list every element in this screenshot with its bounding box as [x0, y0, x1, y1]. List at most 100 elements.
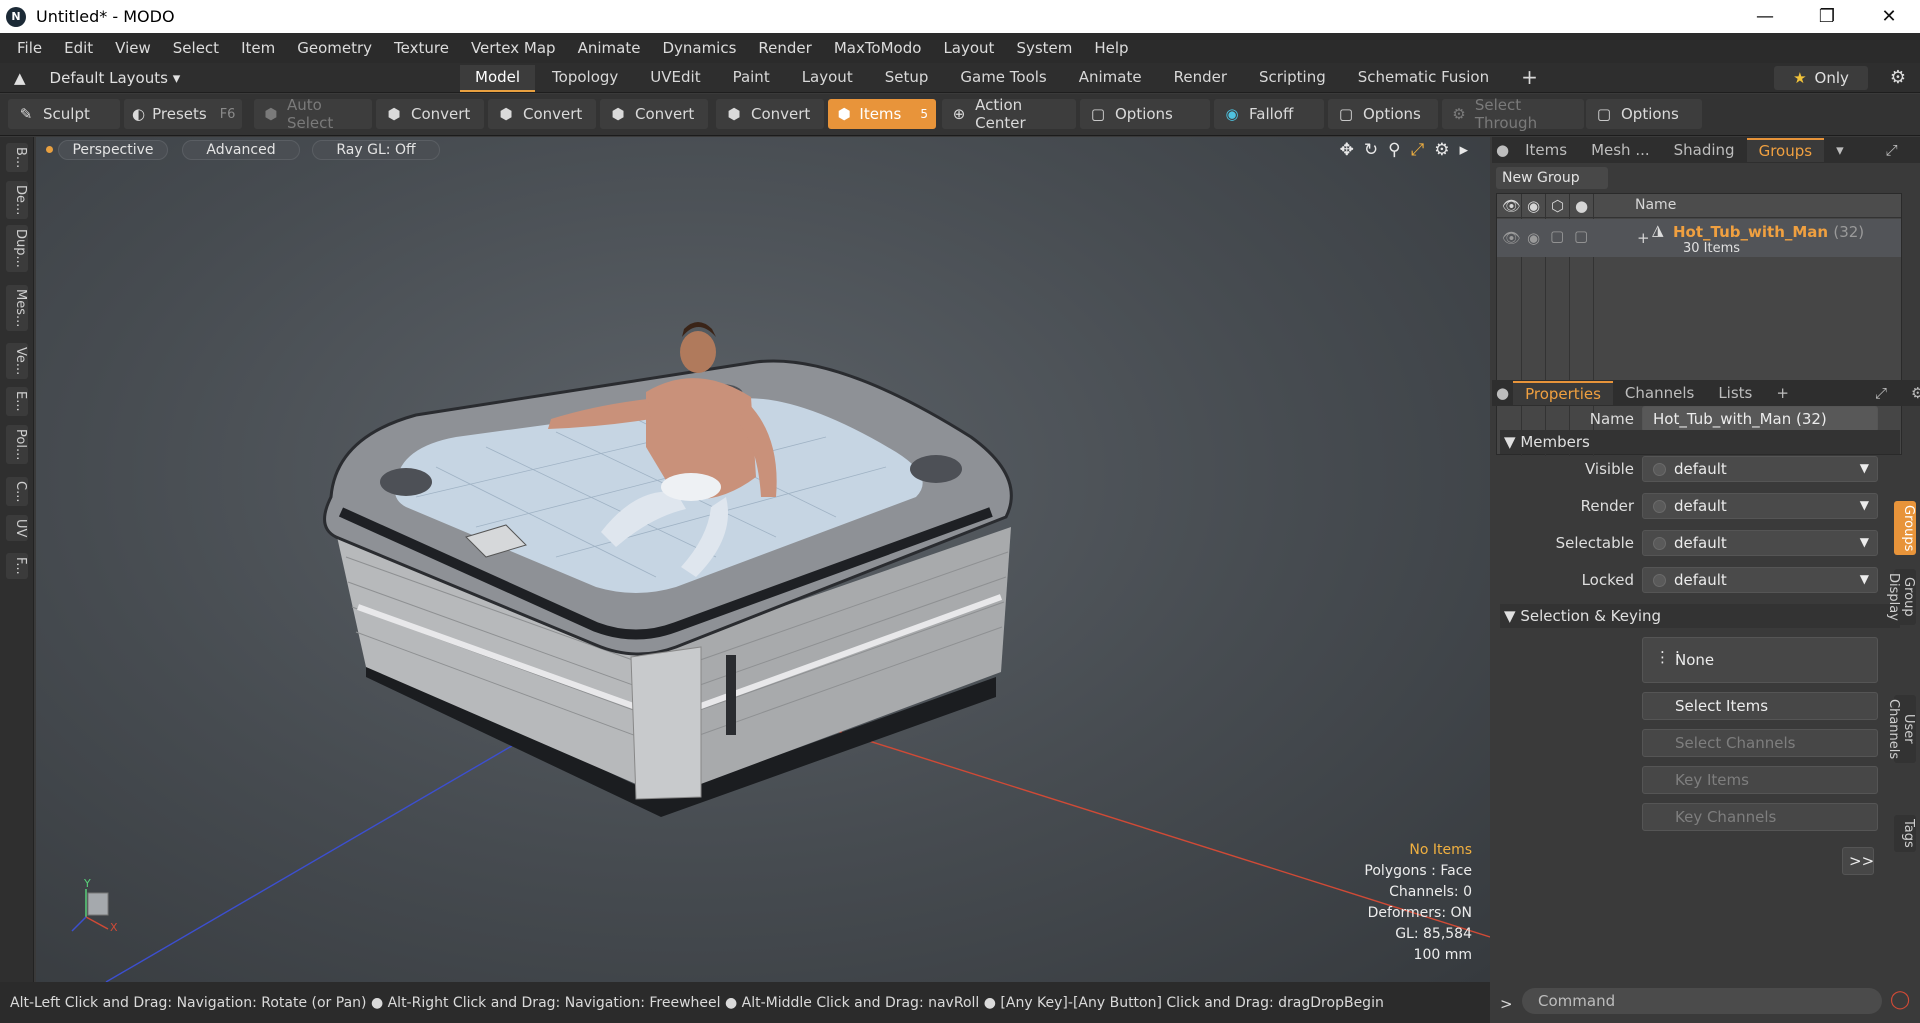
select-items-button[interactable]: Select Items — [1642, 692, 1878, 720]
more-button[interactable]: >> — [1842, 847, 1874, 875]
tab-shading[interactable]: Shading — [1662, 139, 1747, 161]
left-tab-polygon[interactable]: Pol... — [6, 425, 28, 465]
layout-selector[interactable]: ▲ Default Layouts ▾ — [14, 69, 224, 87]
zoom-icon[interactable]: ⚲ — [1388, 140, 1400, 160]
menu-select[interactable]: Select — [162, 39, 230, 57]
name-field[interactable]: Hot_Tub_with_Man (32) — [1642, 406, 1878, 432]
tab-layout[interactable]: Layout — [787, 65, 868, 92]
tab-groups[interactable]: Groups — [1746, 138, 1825, 162]
tab-topology[interactable]: Topology — [537, 65, 633, 92]
tab-animate[interactable]: Animate — [1064, 65, 1157, 92]
left-tab-curve[interactable]: C... — [6, 477, 28, 507]
select-through-button[interactable]: ⚙ Select Through — [1442, 96, 1584, 132]
selectable-dropdown[interactable]: default ▼ — [1642, 530, 1878, 556]
key-items-button[interactable]: Key Items — [1642, 766, 1878, 794]
visibility-eye-icon[interactable]: 👁 — [1502, 197, 1521, 215]
left-tab-basic[interactable]: B... — [6, 143, 28, 173]
select-icon[interactable]: ⬡ — [1551, 197, 1564, 215]
expand-arrow-icon[interactable]: ▸ — [1459, 140, 1468, 160]
tab-lists[interactable]: Lists — [1706, 382, 1764, 404]
auto-select-button[interactable]: ⬢ Auto Select — [254, 96, 372, 132]
new-group-button[interactable]: New Group — [1496, 167, 1608, 189]
side-tab-user-channels[interactable]: User Channels — [1886, 695, 1916, 764]
visible-radio[interactable] — [1653, 462, 1666, 476]
command-input[interactable]: Command — [1522, 988, 1882, 1014]
action-center-options-button[interactable]: ▢ Options — [1080, 99, 1210, 129]
action-center-button[interactable]: ⊕ Action Center — [942, 96, 1076, 132]
tab-items[interactable]: Items — [1513, 139, 1579, 161]
side-tab-group-display[interactable]: Group Display — [1886, 569, 1916, 625]
tab-render[interactable]: Render — [1159, 65, 1242, 92]
menu-layout[interactable]: Layout — [932, 39, 1005, 57]
tab-paint[interactable]: Paint — [718, 65, 785, 92]
menu-animate[interactable]: Animate — [567, 39, 652, 57]
members-section[interactable]: ▼ Members — [1500, 430, 1900, 454]
pan-icon[interactable]: ✥ — [1340, 140, 1354, 160]
gear-icon[interactable]: ⚙ — [1890, 67, 1906, 88]
falloff-options-button[interactable]: ▢ Options — [1328, 99, 1438, 129]
left-tab-mesh-edit[interactable]: Mes... — [6, 285, 28, 332]
only-button[interactable]: ★ Only — [1774, 66, 1868, 90]
left-tab-vertex[interactable]: Ve... — [6, 343, 28, 380]
group-row[interactable]: 👁 ◉ ▢ ▢ + ◮ Hot_Tub_with_Man (32) 30 Ite… — [1497, 219, 1901, 257]
render-icon[interactable]: ◉ — [1527, 197, 1540, 215]
row-eye-icon[interactable]: 👁 — [1502, 229, 1521, 247]
menu-system[interactable]: System — [1005, 39, 1083, 57]
menu-file[interactable]: File — [6, 39, 53, 57]
selection-keying-section[interactable]: ▼ Selection & Keying — [1500, 604, 1900, 628]
minimize-icon[interactable]: — — [1734, 0, 1796, 33]
convert-items-button[interactable]: ⬢ Convert — [716, 99, 824, 129]
selectable-radio[interactable] — [1653, 536, 1666, 550]
menu-maxtomodo[interactable]: MaxToModo — [823, 39, 933, 57]
rotate-icon[interactable]: ↻ — [1364, 140, 1378, 160]
left-tab-deform[interactable]: De... — [6, 181, 28, 220]
row-select-checkbox[interactable]: ▢ — [1550, 227, 1564, 245]
viewport-settings-icon[interactable]: ⚙ — [1434, 140, 1449, 160]
add-tab-icon[interactable]: + — [1764, 382, 1801, 404]
select-through-options-button[interactable]: ▢ Options — [1586, 99, 1702, 129]
tabs-dropdown-icon[interactable]: ▾ — [1824, 139, 1856, 161]
side-tab-tags[interactable]: Tags — [1894, 815, 1916, 852]
raygl-button[interactable]: Ray GL: Off — [312, 140, 440, 160]
convert-vertices-button[interactable]: ⬢ Convert — [376, 99, 484, 129]
panel-dot-icon[interactable]: ● — [1492, 382, 1513, 404]
menu-vertex-map[interactable]: Vertex Map — [460, 39, 567, 57]
select-channels-button[interactable]: Select Channels — [1642, 729, 1878, 757]
restore-icon[interactable]: ❐ — [1796, 0, 1858, 33]
fit-icon[interactable]: ⤢ — [1411, 140, 1425, 160]
convert-polygons-button[interactable]: ⬢ Convert — [600, 99, 708, 129]
left-tab-uv[interactable]: UV — [6, 515, 28, 542]
key-channels-button[interactable]: Key Channels — [1642, 803, 1878, 831]
none-button[interactable]: ⋮⋮ None — [1642, 637, 1878, 683]
render-dropdown[interactable]: default ▼ — [1642, 493, 1878, 519]
viewport-menu-dot[interactable] — [46, 146, 53, 153]
menu-help[interactable]: Help — [1083, 39, 1139, 57]
record-icon[interactable]: ◯ — [1890, 989, 1910, 1010]
tab-mesh[interactable]: Mesh ... — [1579, 139, 1662, 161]
tab-properties[interactable]: Properties — [1513, 381, 1613, 405]
row-render-icon[interactable]: ◉ — [1527, 229, 1540, 247]
tab-scripting[interactable]: Scripting — [1244, 65, 1341, 92]
lock-icon[interactable]: ● — [1575, 197, 1588, 215]
menu-edit[interactable]: Edit — [53, 39, 104, 57]
tab-uvedit[interactable]: UVEdit — [635, 65, 715, 92]
tab-game-tools[interactable]: Game Tools — [945, 65, 1061, 92]
side-tab-groups[interactable]: Groups — [1894, 501, 1916, 556]
render-radio[interactable] — [1653, 499, 1666, 513]
sculpt-button[interactable]: ✎ Sculpt — [8, 99, 120, 129]
locked-radio[interactable] — [1653, 573, 1666, 587]
falloff-button[interactable]: ◉ Falloff — [1214, 99, 1324, 129]
tab-setup[interactable]: Setup — [870, 65, 944, 92]
items-mode-button[interactable]: ⬢ Items 5 — [828, 99, 936, 129]
tab-model[interactable]: Model — [460, 65, 536, 92]
maximize-panel-icon[interactable]: ⤢ — [1874, 139, 1910, 161]
left-tab-fusion[interactable]: F... — [6, 553, 28, 579]
menu-texture[interactable]: Texture — [383, 39, 460, 57]
tab-schematic-fusion[interactable]: Schematic Fusion — [1343, 65, 1504, 92]
menu-view[interactable]: View — [104, 39, 162, 57]
expand-plus-icon[interactable]: + — [1637, 229, 1650, 247]
perspective-button[interactable]: Perspective — [58, 140, 168, 160]
add-tab-icon[interactable]: + — [1506, 65, 1553, 92]
collapse-up-icon[interactable]: ▲ — [14, 69, 26, 87]
convert-edges-button[interactable]: ⬢ Convert — [488, 99, 596, 129]
